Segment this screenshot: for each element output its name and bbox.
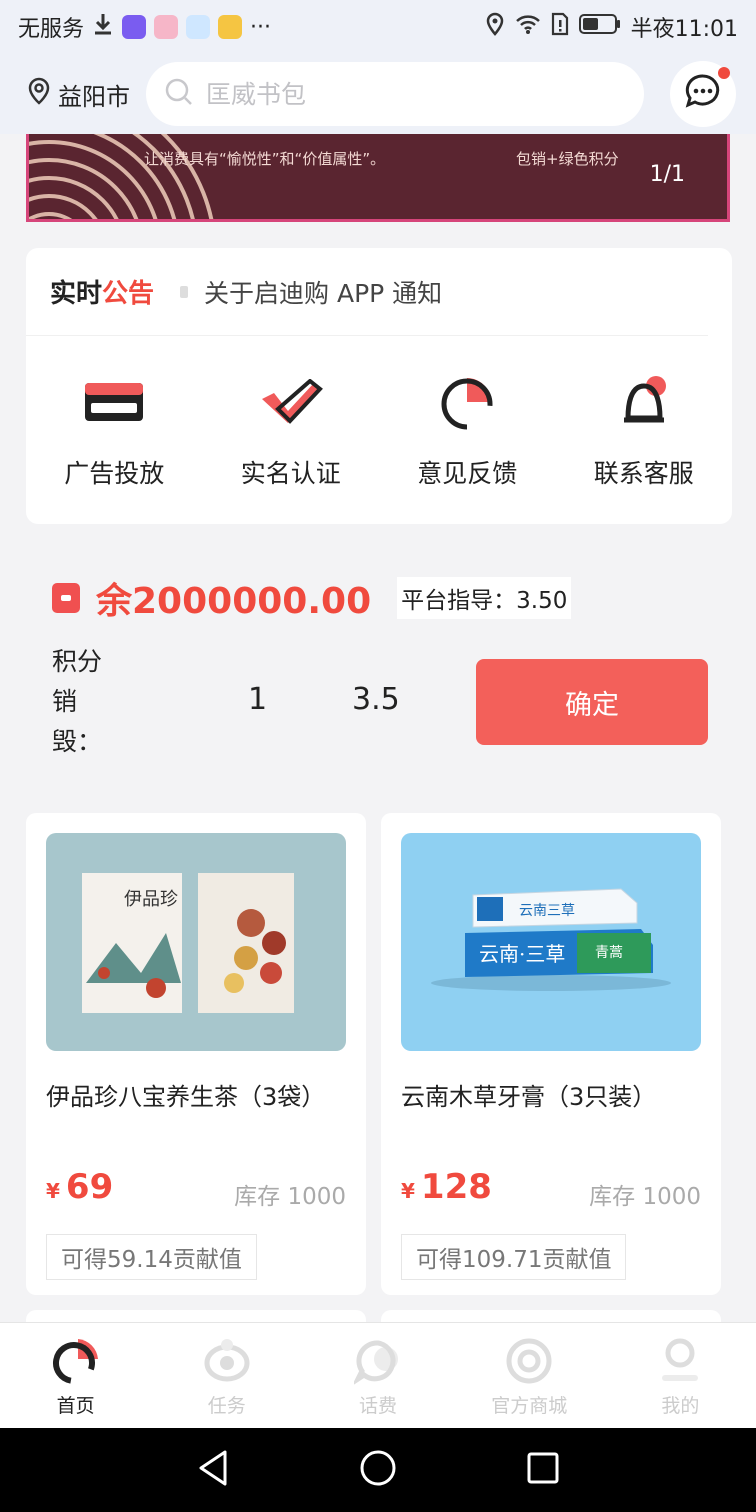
balance-row: 余2000000.00 平台指导：3.50 <box>52 572 572 624</box>
notice-title: 实时公告 <box>50 279 155 309</box>
back-icon[interactable] <box>193 1448 233 1492</box>
battery-icon <box>578 13 621 41</box>
notice-text: 关于启迪购 APP 通知 <box>204 278 443 308</box>
product-contribution: 可得59.14贡献值 <box>46 1234 257 1280</box>
pie-icon <box>432 372 502 432</box>
top-header: 益阳市 <box>0 54 756 134</box>
platform-guide: 平台指导：3.50 <box>397 577 572 619</box>
card-icon <box>79 372 149 432</box>
product-stock: 库存 1000 <box>589 1184 701 1210</box>
balance-amount: 余2000000.00 <box>96 581 372 622</box>
location-icon <box>485 12 505 42</box>
message-button[interactable] <box>670 61 736 127</box>
app-icon <box>154 15 179 39</box>
wifi-icon <box>515 13 541 41</box>
tab-home[interactable]: 首页 <box>0 1323 151 1428</box>
quick-actions: 广告投放 实名认证 意见反馈 联系客服 <box>26 336 732 490</box>
banner-pager: 1/1 <box>649 162 685 187</box>
overflow-indicator: ··· <box>250 14 271 40</box>
city-label: 益阳市 <box>58 82 130 111</box>
notice-card: 实时公告 关于启迪购 APP 通知 广告投放 实名认证 意见反馈 联系客服 <box>26 248 732 524</box>
sim-icon <box>551 12 569 42</box>
app-icon <box>122 15 147 39</box>
status-bar: 无服务 ··· 半夜11:01 <box>0 0 756 54</box>
wallet-icon <box>52 583 80 613</box>
task-icon <box>203 1337 251 1385</box>
svg-text:云南三草: 云南三草 <box>519 903 575 919</box>
quick-action-label: 意见反馈 <box>417 459 518 488</box>
quick-action-ads[interactable]: 广告投放 <box>39 372 189 490</box>
promo-banner[interactable]: 让消费具有“愉悦性”和“价值属性”。 包销+绿色积分 1/1 <box>26 134 730 222</box>
product-image: 云南三草 云南·三草 青蒿 <box>401 833 701 1051</box>
tab-mall[interactable]: 官方商城 <box>454 1323 605 1428</box>
notice-row[interactable]: 实时公告 关于启迪购 APP 通知 <box>26 248 708 336</box>
app-icon <box>218 15 243 39</box>
product-name: 伊品珍八宝养生茶（3袋） <box>46 1083 326 1111</box>
product-card[interactable]: 伊品珍 伊品珍八宝养生茶（3袋） ¥69 库存 1000 可得59.14贡献值 <box>26 813 366 1295</box>
tab-label: 话费 <box>359 1395 398 1417</box>
search-input[interactable] <box>206 79 606 109</box>
clock: 半夜11:01 <box>630 17 738 42</box>
home-circle-icon[interactable] <box>358 1448 398 1492</box>
profile-icon <box>656 1337 704 1385</box>
product-price: ¥69 <box>46 1167 114 1207</box>
system-nav-bar <box>0 1428 756 1512</box>
search-bar[interactable] <box>146 62 644 126</box>
bottom-tab-bar: 首页 任务 话费 官方商城 我的 <box>0 1322 756 1428</box>
quick-action-feedback[interactable]: 意见反馈 <box>392 372 542 490</box>
location-pin-icon <box>26 76 52 112</box>
chat-bubble-icon <box>683 72 723 116</box>
product-price: ¥128 <box>401 1167 492 1207</box>
product-name: 云南木草牙膏（3只装） <box>401 1083 657 1111</box>
quick-action-label: 实名认证 <box>240 459 341 488</box>
quick-action-label: 联系客服 <box>593 459 694 488</box>
destroy-value: 3.5 <box>352 682 400 717</box>
product-stock: 库存 1000 <box>234 1184 346 1210</box>
bell-icon <box>609 372 679 432</box>
city-selector[interactable]: 益阳市 <box>26 76 146 112</box>
product-contribution: 可得109.71贡献值 <box>401 1234 627 1280</box>
home-icon <box>52 1337 100 1385</box>
destroy-label: 积分销毁： <box>52 647 103 756</box>
carrier-label: 无服务 <box>18 17 85 42</box>
tab-label: 首页 <box>56 1395 95 1417</box>
banner-slogan: 让消费具有“愉悦性”和“价值属性”。 <box>144 150 386 168</box>
tab-phone-bill[interactable]: 话费 <box>302 1323 453 1428</box>
destroy-quantity-input[interactable]: 1 <box>248 682 267 717</box>
banner-tagline: 包销+绿色积分 <box>516 150 619 168</box>
download-icon <box>92 12 114 42</box>
tab-task[interactable]: 任务 <box>151 1323 302 1428</box>
check-icon <box>256 372 326 432</box>
notice-bullet <box>180 285 189 298</box>
quick-action-verify[interactable]: 实名认证 <box>216 372 366 490</box>
tab-profile[interactable]: 我的 <box>605 1323 756 1428</box>
mall-icon <box>505 1337 553 1385</box>
product-card[interactable]: 云南三草 云南·三草 青蒿 云南木草牙膏（3只装） ¥128 库存 1000 可… <box>381 813 721 1295</box>
recents-icon[interactable] <box>523 1448 563 1492</box>
confirm-button[interactable]: 确定 <box>476 659 708 745</box>
tab-label: 我的 <box>661 1395 700 1417</box>
quick-action-support[interactable]: 联系客服 <box>569 372 719 490</box>
search-icon <box>164 77 194 111</box>
quick-action-label: 广告投放 <box>64 459 165 488</box>
points-destroy-form: 积分销毁： 1 3.5 确定 <box>52 642 712 762</box>
product-image: 伊品珍 <box>46 833 346 1051</box>
tab-label: 官方商城 <box>491 1395 568 1417</box>
svg-text:伊品珍: 伊品珍 <box>124 889 178 910</box>
svg-text:云南·三草: 云南·三草 <box>479 942 565 966</box>
svg-text:青蒿: 青蒿 <box>595 945 623 961</box>
unread-dot <box>718 67 730 79</box>
app-icon <box>186 15 211 39</box>
tab-label: 任务 <box>207 1395 246 1417</box>
phone-bill-icon <box>354 1337 402 1385</box>
